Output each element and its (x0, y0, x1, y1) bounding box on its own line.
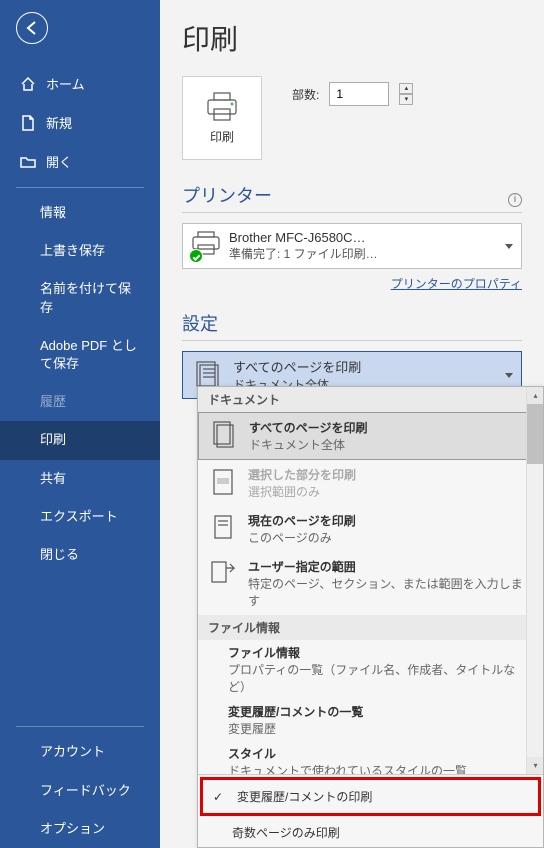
printer-section-title: プリンター (182, 182, 272, 208)
printer-section-underline (182, 212, 522, 213)
printer-status-icon (191, 231, 221, 261)
nav-info[interactable]: 情報 (0, 194, 160, 232)
nav-open[interactable]: 開く (0, 142, 160, 181)
scroll-up-button[interactable]: ▴ (527, 387, 543, 404)
printer-status: 準備完了: 1 ファイル印刷… (229, 245, 499, 262)
copies-spinner: ▴ ▾ (399, 83, 413, 105)
single-page-icon (208, 512, 238, 542)
settings-section-title: 設定 (182, 310, 218, 336)
page-range-icon (208, 558, 238, 588)
nav-save[interactable]: 上書き保存 (0, 232, 160, 270)
back-button[interactable] (16, 12, 48, 44)
nav-adobe-pdf[interactable]: Adobe PDF として保存 (0, 327, 160, 383)
nav-new-label: 新規 (46, 113, 72, 132)
copies-down[interactable]: ▾ (399, 94, 413, 105)
settings-section-underline (182, 340, 522, 341)
dropdown-group-fileinfo: ファイル情報 (198, 615, 543, 640)
nav-account[interactable]: アカウント (0, 733, 160, 771)
nav-print[interactable]: 印刷 (0, 421, 160, 459)
nav-home-label: ホーム (46, 74, 85, 93)
dd-item-odd-pages[interactable]: 奇数ページのみ印刷 (198, 818, 543, 847)
print-button[interactable]: 印刷 (182, 76, 262, 160)
scroll-thumb[interactable] (527, 404, 543, 464)
dd-item-custom-range[interactable]: ユーザー指定の範囲特定のページ、セクション、または範囲を入力します (198, 552, 543, 615)
dd-toggle-print-markup-label: 変更履歴/コメントの印刷 (237, 788, 372, 805)
dd-item-selection[interactable]: 選択した部分を印刷選択範囲のみ (198, 460, 543, 506)
printer-selector[interactable]: Brother MFC-J6580C… 準備完了: 1 ファイル印刷… (182, 223, 522, 269)
folder-open-icon (20, 154, 36, 170)
dd-item-all-pages[interactable]: すべてのページを印刷ドキュメント全体 (198, 412, 543, 460)
copies-label: 部数: (292, 86, 319, 103)
arrow-left-icon (24, 20, 40, 36)
nav-share[interactable]: 共有 (0, 460, 160, 498)
page-selection-icon (208, 466, 238, 496)
dd-item-styles[interactable]: スタイル ドキュメントで使われているスタイルの一覧 (198, 741, 543, 774)
nav-history[interactable]: 履歴 (0, 383, 160, 421)
scroll-down-button[interactable]: ▾ (527, 757, 543, 774)
printer-name: Brother MFC-J6580C… (229, 230, 499, 245)
print-range-dropdown: ドキュメント すべてのページを印刷ドキュメント全体 選択した部分を印刷選択範囲の… (197, 386, 544, 848)
nav-new[interactable]: 新規 (0, 103, 160, 142)
printer-properties-link[interactable]: プリンターのプロパティ (182, 275, 522, 292)
nav-separator (16, 187, 144, 188)
nav-feedback[interactable]: フィードバック (0, 772, 160, 810)
new-doc-icon (20, 115, 36, 131)
pages-stack-icon (209, 419, 239, 449)
dropdown-footer: ✓ 変更履歴/コメントの印刷 奇数ページのみ印刷 (198, 774, 543, 847)
nav-export[interactable]: エクスポート (0, 498, 160, 536)
dropdown-group-document: ドキュメント (198, 387, 543, 412)
print-button-label: 印刷 (210, 128, 234, 145)
page-title: 印刷 (182, 18, 522, 58)
nav-open-label: 開く (46, 152, 72, 171)
info-icon[interactable]: i (508, 193, 522, 207)
nav-separator-bottom (16, 726, 144, 727)
copies-up[interactable]: ▴ (399, 83, 413, 94)
dropdown-scrollbar: ▴ ▾ (526, 387, 543, 774)
nav-options[interactable]: オプション (0, 810, 160, 848)
dd-item-file-info[interactable]: ファイル情報 プロパティの一覧（ファイル名、作成者、タイトルなど） (198, 640, 543, 699)
print-range-line1: すべてのページを印刷 (233, 357, 361, 376)
dd-toggle-print-markup[interactable]: ✓ 変更履歴/コメントの印刷 (200, 777, 541, 816)
chevron-down-icon (505, 244, 513, 249)
nav-close[interactable]: 閉じる (0, 536, 160, 574)
backstage-sidebar: ホーム 新規 開く 情報 上書き保存 名前を付けて保存 Adobe PDF とし… (0, 0, 160, 848)
dd-item-markup-list[interactable]: 変更履歴/コメントの一覧 変更履歴 (198, 699, 543, 741)
home-icon (20, 76, 36, 92)
chevron-down-icon (505, 373, 513, 378)
nav-home[interactable]: ホーム (0, 64, 160, 103)
printer-icon (205, 92, 239, 122)
nav-save-as[interactable]: 名前を付けて保存 (0, 270, 160, 326)
copies-input[interactable] (329, 82, 389, 106)
ready-badge-icon (189, 249, 203, 263)
dd-item-current-page[interactable]: 現在のページを印刷このページのみ (198, 506, 543, 552)
check-icon: ✓ (213, 790, 225, 804)
